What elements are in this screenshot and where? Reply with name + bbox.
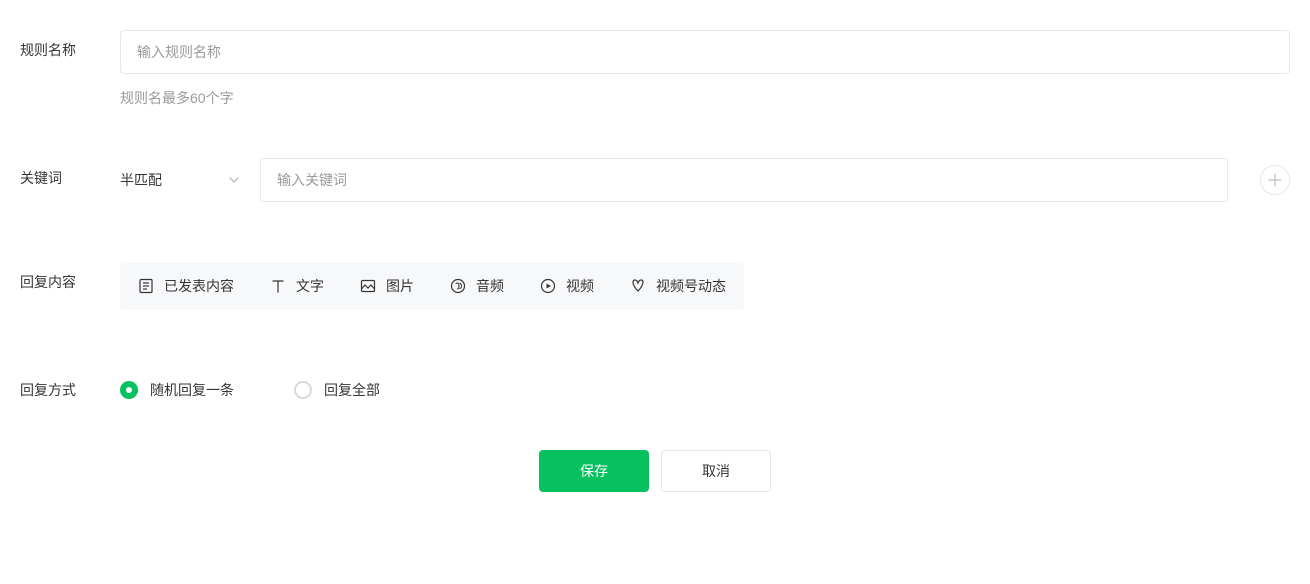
keyword-input[interactable] bbox=[260, 158, 1228, 202]
video-icon bbox=[540, 278, 556, 294]
tab-published[interactable]: 已发表内容 bbox=[138, 276, 234, 296]
keyword-label: 关键词 bbox=[20, 158, 120, 188]
rule-name-input[interactable] bbox=[120, 30, 1290, 74]
image-icon bbox=[360, 278, 376, 294]
cancel-button[interactable]: 取消 bbox=[661, 450, 771, 492]
plus-icon bbox=[1268, 173, 1282, 187]
tab-image[interactable]: 图片 bbox=[360, 276, 414, 296]
tab-text-label: 文字 bbox=[296, 276, 324, 296]
save-button[interactable]: 保存 bbox=[539, 450, 649, 492]
radio-circle-icon bbox=[294, 381, 312, 399]
radio-circle-icon bbox=[120, 381, 138, 399]
match-type-select[interactable]: 半匹配 bbox=[120, 170, 240, 190]
tab-audio[interactable]: 音频 bbox=[450, 276, 504, 296]
tab-video-label: 视频 bbox=[566, 276, 594, 296]
tab-video[interactable]: 视频 bbox=[540, 276, 594, 296]
radio-random[interactable]: 随机回复一条 bbox=[120, 380, 234, 400]
tab-channels-label: 视频号动态 bbox=[656, 276, 726, 296]
chevron-down-icon bbox=[228, 174, 240, 186]
text-icon bbox=[270, 278, 286, 294]
tab-published-label: 已发表内容 bbox=[164, 276, 234, 296]
rule-name-hint: 规则名最多60个字 bbox=[120, 88, 1290, 108]
tab-image-label: 图片 bbox=[386, 276, 414, 296]
add-keyword-button[interactable] bbox=[1260, 165, 1290, 195]
reply-mode-label: 回复方式 bbox=[20, 380, 120, 400]
radio-all-label: 回复全部 bbox=[324, 380, 380, 400]
audio-icon bbox=[450, 278, 466, 294]
channels-icon bbox=[630, 278, 646, 294]
radio-all[interactable]: 回复全部 bbox=[294, 380, 380, 400]
tab-audio-label: 音频 bbox=[476, 276, 504, 296]
reply-content-label: 回复内容 bbox=[20, 262, 120, 292]
tab-channels[interactable]: 视频号动态 bbox=[630, 276, 726, 296]
radio-random-label: 随机回复一条 bbox=[150, 380, 234, 400]
tab-text[interactable]: 文字 bbox=[270, 276, 324, 296]
match-type-text: 半匹配 bbox=[120, 170, 162, 190]
rule-name-label: 规则名称 bbox=[20, 30, 120, 60]
article-icon bbox=[138, 278, 154, 294]
